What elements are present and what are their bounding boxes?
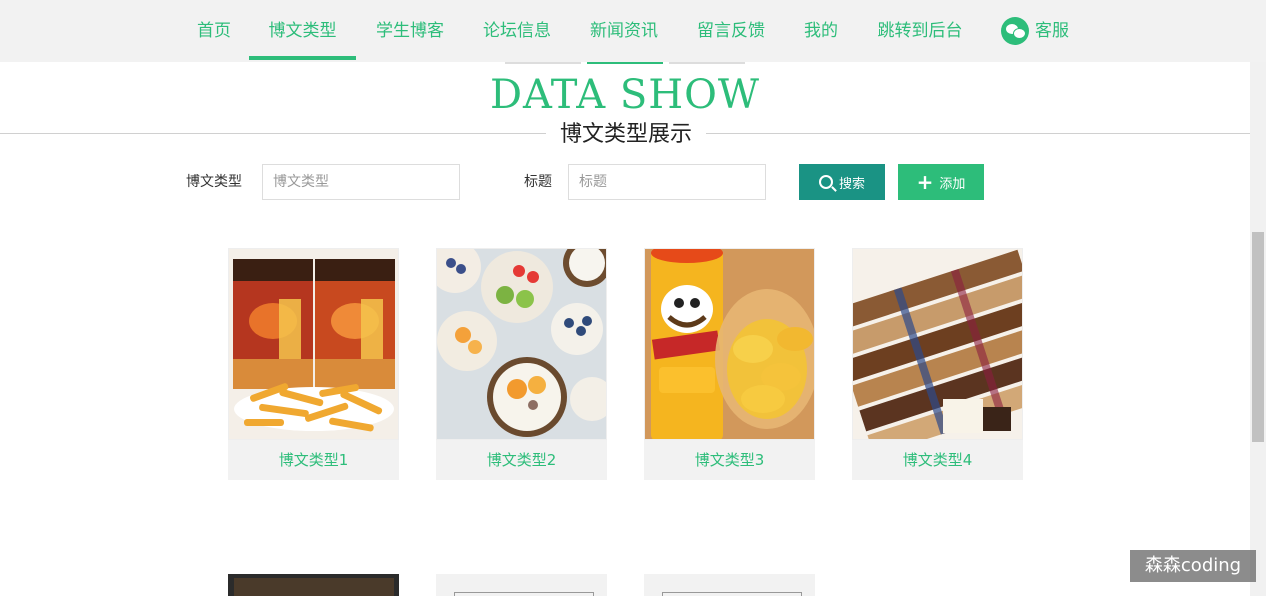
blog-type-label: 博文类型 [186,174,242,190]
card-title[interactable]: 博文类型1 [228,440,399,480]
nav-admin[interactable]: 跳转到后台 [876,0,964,62]
title-decoration-right [669,62,745,64]
card-image-chocolate [852,248,1023,440]
nav-feedback[interactable]: 留言反馈 [696,0,766,62]
blog-type-input[interactable] [262,164,460,200]
blog-type-card[interactable]: 博文类型4 [852,248,1023,480]
nav-mine[interactable]: 我的 [803,0,839,62]
blog-type-card[interactable]: 博文类型1 [228,248,399,480]
card-image-placeholder [454,592,594,596]
nav-news[interactable]: 新闻资讯 [589,0,659,62]
nav-forum[interactable]: 论坛信息 [482,0,552,62]
blog-type-card-partial[interactable] [644,574,815,596]
blog-type-card-partial[interactable] [228,574,399,596]
nav-service-label: 客服 [1035,21,1069,41]
search-button-label: 搜索 [838,176,865,192]
card-image-fruit-bowls [436,248,607,440]
nav-student-blog[interactable]: 学生博客 [375,0,445,62]
blog-type-card[interactable]: 博文类型3 [644,248,815,480]
section-title-cn: 博文类型展示 [546,120,706,150]
card-image-snack [228,248,399,440]
search-icon [818,175,833,189]
scrollbar-thumb[interactable] [1252,232,1264,442]
search-button[interactable]: 搜索 [799,164,885,200]
watermark: 森森coding [1130,550,1256,582]
blog-type-card-partial[interactable] [436,574,607,596]
card-title[interactable]: 博文类型4 [852,440,1023,480]
nav-blog-type[interactable]: 博文类型 [249,0,356,62]
top-nav: 首页 博文类型 学生博客 论坛信息 新闻资讯 留言反馈 我的 跳转到后台 客服 [0,0,1266,62]
nav-customer-service[interactable]: 客服 [998,0,1072,62]
title-input[interactable] [568,164,766,200]
blog-type-card[interactable]: 博文类型2 [436,248,607,480]
section-title-en: DATA SHOW [489,72,761,118]
card-title[interactable]: 博文类型3 [644,440,815,480]
card-image-chips [644,248,815,440]
page-scrollbar[interactable] [1250,62,1266,596]
plus-icon: + [916,170,934,194]
title-decoration-center [587,62,663,64]
title-label: 标题 [524,174,552,190]
card-image-placeholder [662,592,802,596]
nav-home[interactable]: 首页 [196,0,232,62]
card-image-partial [234,578,394,596]
add-button[interactable]: + 添加 [898,164,984,200]
title-decoration-left [505,62,581,64]
add-button-label: 添加 [939,176,966,192]
wechat-icon [1001,17,1029,45]
card-title[interactable]: 博文类型2 [436,440,607,480]
